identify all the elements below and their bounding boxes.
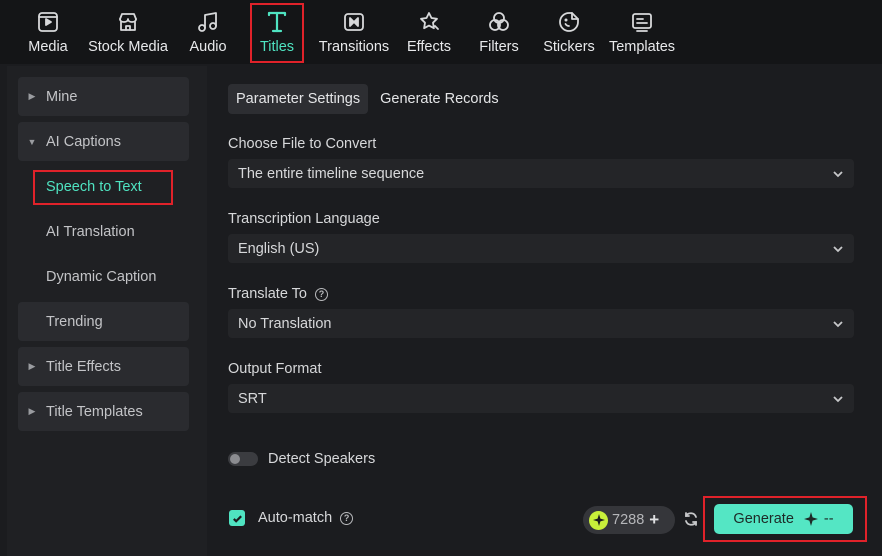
tab-transitions[interactable]: Transitions	[317, 0, 391, 64]
top-toolbar: Media Stock Media Audio Titles Transitio…	[0, 0, 882, 64]
detect-speakers-label: Detect Speakers	[268, 451, 376, 467]
chevron-down-icon	[833, 170, 843, 177]
help-icon[interactable]: ?	[315, 287, 328, 301]
tab-generate-records[interactable]: Generate Records	[372, 84, 506, 114]
credits-badge[interactable]: 7288 +	[583, 506, 675, 534]
sidebar-item-label: Title Effects	[46, 358, 121, 375]
file-select-value: The entire timeline sequence	[238, 165, 425, 182]
format-select-value: SRT	[238, 390, 267, 407]
format-label: Output Format	[228, 361, 321, 377]
sidebar-item-label: AI Translation	[46, 223, 135, 240]
sidebar-item-label: Dynamic Caption	[46, 268, 157, 285]
caret-right-icon: ▶	[28, 91, 36, 101]
sidebar-item-ai-captions[interactable]: ▼ AI Captions	[18, 122, 189, 161]
format-label-text: Output Format	[228, 361, 322, 377]
refresh-icon[interactable]	[683, 511, 701, 529]
tab-effects-label: Effects	[406, 39, 452, 55]
sidebar-item-trending[interactable]: ▶ Trending	[18, 302, 189, 341]
sidebar-item-label: AI Captions	[46, 133, 121, 150]
sidebar-item-label: Trending	[46, 313, 103, 330]
detect-speakers-row: Detect Speakers	[228, 451, 375, 467]
tab-stock-media-label: Stock Media	[88, 39, 168, 55]
tab-filters-label: Filters	[479, 39, 519, 55]
filters-icon	[486, 9, 512, 35]
sidebar-item-title-effects[interactable]: ▶ Title Effects	[18, 347, 189, 386]
language-label-text: Transcription Language	[228, 211, 380, 227]
sidebar-item-label: Mine	[46, 88, 78, 105]
auto-match-row: Auto-match ?	[229, 510, 354, 526]
auto-match-label: Auto-match	[258, 510, 333, 526]
language-label: Transcription Language	[228, 211, 380, 227]
translate-label: Translate To ?	[228, 286, 328, 302]
stock-media-icon	[115, 9, 141, 35]
highlight-generate-box	[703, 496, 867, 542]
auto-match-checkbox[interactable]	[229, 510, 245, 526]
caret-right-icon: ▶	[28, 406, 36, 416]
ai-credit-icon	[589, 510, 608, 530]
format-select[interactable]: SRT	[228, 384, 854, 413]
sidebar-item-ai-translation[interactable]: AI Translation	[18, 212, 189, 251]
tab-audio-label: Audio	[189, 39, 227, 55]
sidebar-item-label: Title Templates	[46, 403, 143, 420]
tab-templates[interactable]: Templates	[607, 0, 677, 64]
highlight-speech-to-text-box	[33, 170, 173, 205]
add-credits-icon[interactable]: +	[649, 510, 659, 530]
tab-templates-label: Templates	[608, 39, 676, 55]
caret-right-icon: ▶	[28, 361, 36, 371]
tab-parameter-settings[interactable]: Parameter Settings	[228, 84, 369, 114]
translate-select-value: No Translation	[238, 315, 332, 332]
chevron-down-icon	[833, 320, 843, 327]
file-label-text: Choose File to Convert	[228, 136, 377, 152]
sticker-icon	[556, 9, 582, 35]
sidebar-item-dynamic-caption[interactable]: Dynamic Caption	[18, 257, 189, 296]
parameter-panel: Parameter Settings Generate Records Choo…	[209, 66, 873, 556]
tab-stickers-label: Stickers	[543, 39, 595, 55]
checkmark-icon	[232, 514, 242, 523]
tab-transitions-label: Transitions	[318, 39, 390, 55]
tab-filters[interactable]: Filters	[477, 0, 521, 64]
credits-value: 7288	[612, 512, 645, 528]
translate-select[interactable]: No Translation	[228, 309, 854, 338]
effects-star-icon	[416, 9, 442, 35]
help-icon[interactable]: ?	[340, 511, 354, 525]
media-icon	[35, 9, 61, 35]
tab-media-label: Media	[28, 39, 68, 55]
templates-icon	[629, 9, 655, 35]
tab-stickers[interactable]: Stickers	[542, 0, 596, 64]
caret-down-icon: ▼	[27, 136, 37, 147]
sidebar-item-title-templates[interactable]: ▶ Title Templates	[18, 392, 189, 431]
tab-effects[interactable]: Effects	[406, 0, 452, 64]
music-note-icon	[195, 9, 221, 35]
chevron-down-icon	[833, 395, 843, 402]
sidebar-item-mine[interactable]: ▶ Mine	[18, 77, 189, 116]
file-select[interactable]: The entire timeline sequence	[228, 159, 854, 188]
detect-speakers-toggle[interactable]	[228, 452, 258, 466]
tab-audio[interactable]: Audio	[186, 0, 230, 64]
language-select-value: English (US)	[238, 240, 320, 257]
panel-tabs: Parameter Settings Generate Records	[228, 84, 511, 115]
tab-media[interactable]: Media	[26, 0, 70, 64]
tab-stock-media[interactable]: Stock Media	[86, 0, 170, 64]
chevron-down-icon	[833, 245, 843, 252]
translate-label-text: Translate To	[228, 286, 307, 302]
highlight-titles-box	[250, 3, 304, 63]
language-select[interactable]: English (US)	[228, 234, 854, 263]
transitions-icon	[341, 9, 367, 35]
file-label: Choose File to Convert	[228, 136, 376, 152]
sidebar: ▶ Mine ▼ AI Captions Speech to Text AI T…	[7, 66, 207, 556]
